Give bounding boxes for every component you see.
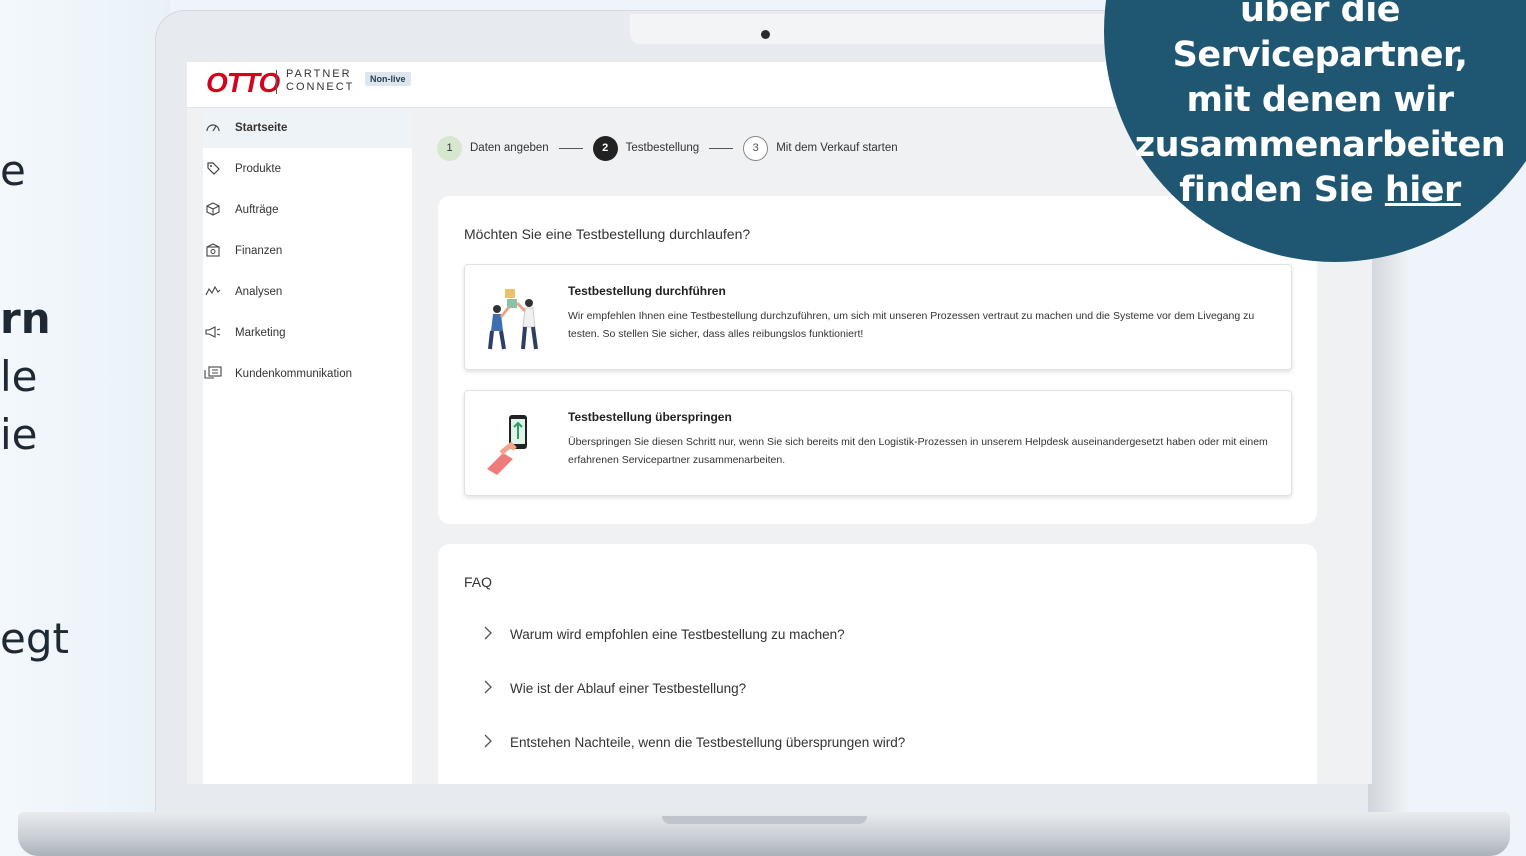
step-label[interactable]: Mit dem Verkauf starten [776,142,897,154]
otto-logo[interactable]: OTTO [206,67,280,99]
faq-question: Wie ist der Ablauf einer Testbestellung? [510,681,747,696]
option-title: Testbestellung überspringen [568,410,732,424]
promo-text: über die Servicepartner, mit denen wir z… [1104,0,1526,213]
step-label[interactable]: Daten angeben [470,142,549,154]
logo-divider [276,70,277,94]
sidebar-item-produkte[interactable]: Produkte [203,149,412,189]
chart-line-icon [203,285,223,300]
promo-line: Servicepartner, [1172,35,1468,75]
chevron-right-icon [484,626,510,643]
camera-icon [761,30,770,39]
left-text-fragment: e [0,146,26,195]
promo-line-prefix: finden Sie [1179,170,1385,210]
partner-connect-logo: PARTNER CONNECT [286,68,366,94]
chevron-right-icon [484,734,510,751]
box-icon [203,201,223,219]
sidebar-item-label: Aufträge [235,204,279,216]
faq-title: FAQ [464,574,493,590]
step-label[interactable]: Testbestellung [626,142,700,154]
step-number: 3 [743,135,769,161]
left-text-fragment: le [0,352,38,401]
step-number: 1 [437,135,462,161]
faq-question: Warum wird empfohlen eine Testbestellung… [510,627,845,642]
servicepartner-link[interactable]: hier [1385,170,1461,210]
sidebar-item-startseite[interactable]: Startseite [203,108,412,148]
chevron-right-icon [484,680,510,697]
promo-line: finden Sie hier [1104,168,1526,213]
sidebar-item-label: Analysen [235,286,283,298]
sidebar-item-label: Finanzen [235,245,283,257]
sidebar-item-label: Startseite [235,122,288,134]
megaphone-icon [203,325,223,341]
logo-sub-connect: CONNECT [286,81,355,93]
sidebar-item-label: Kundenkommunikation [235,368,352,380]
money-icon [203,242,223,260]
faq-card: FAQ Warum wird empfohlen eine Testbestel… [438,544,1317,784]
sidebar-item-auftraege[interactable]: Aufträge [203,190,412,230]
sidebar-item-finanzen[interactable]: Finanzen [203,231,412,271]
option-run-test-order[interactable]: Testbestellung durchführen Wir empfehlen… [464,264,1292,370]
laptop-notch [630,14,1130,44]
laptop-edge [1368,230,1408,830]
people-package-illustration [488,289,538,350]
sidebar-item-label: Produkte [235,163,282,175]
card-question: Möchten Sie eine Testbestellung durchlau… [464,226,751,242]
step-connector [558,147,583,149]
step-number: 2 [592,135,618,161]
option-description: Wir empfehlen Ihnen eine Testbestellung … [568,310,1255,340]
stepper: 1 Daten angeben 2 Testbestellung 3 Mit d… [437,135,898,161]
faq-question: Entstehen Nachteile, wenn die Testbestel… [510,735,906,750]
chat-icon [203,365,223,383]
promo-line: zusammenarbeiten [1134,125,1506,165]
left-text-fragment: rn [0,294,51,343]
promo-line: über die [1240,0,1400,30]
tag-icon [203,161,223,178]
option-skip-test-order[interactable]: Testbestellung überspringen Überspringen… [464,390,1292,496]
phone-hand-illustration [487,415,527,475]
speedometer-icon [203,121,223,136]
option-title: Testbestellung durchführen [568,284,726,298]
option-description: Überspringen Sie diesen Schritt nur, wen… [568,436,1268,466]
left-text-fragment: ie [0,410,38,459]
laptop-base-groove [662,816,867,824]
faq-item[interactable]: Wie ist der Ablauf einer Testbestellung? [484,680,746,697]
environment-badge: Non-live [365,72,411,86]
sidebar-item-marketing[interactable]: Marketing [203,313,412,353]
sidebar-item-analysen[interactable]: Analysen [203,272,412,312]
promo-line: mit denen wir [1186,80,1454,120]
faq-item[interactable]: Warum wird empfohlen eine Testbestellung… [484,626,845,643]
test-order-card: Möchten Sie eine Testbestellung durchlau… [438,196,1317,524]
left-text-fragment: egt [0,614,69,663]
step-connector [709,147,734,149]
faq-item[interactable]: Entstehen Nachteile, wenn die Testbestel… [484,734,905,751]
sidebar: Startseite Produkte Aufträge Finanzen An… [203,108,412,784]
sidebar-item-kundenkommunikation[interactable]: Kundenkommunikation [203,354,412,394]
sidebar-item-label: Marketing [235,327,286,339]
logo-sub-partner: PARTNER [286,68,352,80]
